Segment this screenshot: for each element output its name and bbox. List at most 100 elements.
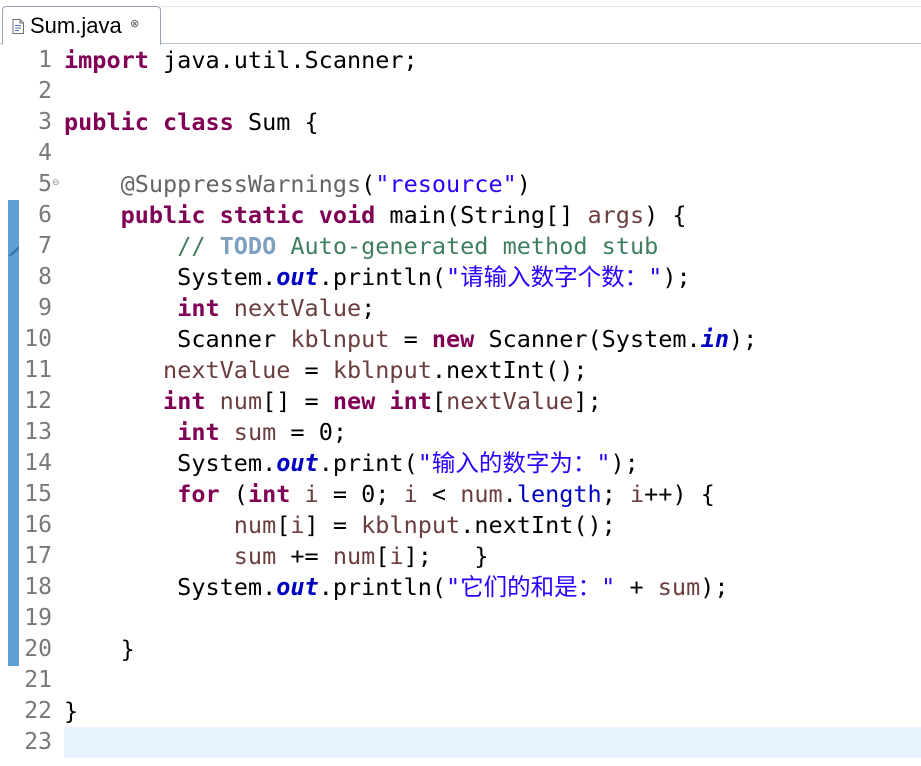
token-var: i: [403, 480, 418, 508]
token-var: nextValue: [233, 294, 362, 322]
tab-sum-java[interactable]: Sum.java ⊗: [2, 6, 161, 45]
line-number: 23: [24, 729, 52, 755]
code-line[interactable]: 10 Scanner kblnput = new Scanner(System.…: [20, 324, 921, 355]
fold-collapse-icon[interactable]: ⊖: [52, 179, 61, 188]
token-var: sum: [233, 418, 277, 446]
token-kw: int: [177, 418, 220, 446]
token: Scanner: [64, 325, 291, 353]
close-icon[interactable]: ⊗: [128, 16, 142, 30]
code-line[interactable]: 13 int sum = 0;: [20, 417, 921, 448]
token: .print(: [318, 449, 418, 477]
token-ann: @SuppressWarnings: [120, 170, 362, 198]
token-var: args: [587, 201, 645, 229]
code-text: public class Sum {: [64, 107, 319, 138]
code-line[interactable]: 12 int num[] = new int[nextValue];: [20, 386, 921, 417]
code-line[interactable]: 5 ⊖ @SuppressWarnings("resource"): [20, 169, 921, 200]
line-number: 15: [24, 481, 52, 507]
token-kw: class: [163, 108, 234, 136]
code-line[interactable]: 19: [20, 603, 921, 634]
token: );: [729, 325, 758, 353]
token-var: sum: [233, 542, 277, 570]
token-kw: new: [332, 387, 376, 415]
line-number: 20: [24, 636, 52, 662]
token: System.: [64, 573, 277, 601]
line-number: 22: [24, 698, 52, 724]
token-var: kblnput: [361, 511, 461, 539]
code-text: for (int i = 0; i < num.length; i++) {: [64, 479, 715, 510]
code-line[interactable]: 16 num[i] = kblnput.nextInt();: [20, 510, 921, 541]
code-line[interactable]: 18 System.out.println("它们的和是：" + sum);: [20, 572, 921, 603]
code-line[interactable]: 1 import java.util.Scanner;: [20, 45, 921, 76]
token: =: [290, 356, 333, 384]
line-number: 16: [24, 512, 52, 538]
code-line[interactable]: 23: [20, 727, 921, 758]
token-var: sum: [657, 573, 701, 601]
token: ];: [573, 387, 602, 415]
token: );: [610, 449, 639, 477]
code-line[interactable]: 7 // TODO Auto-generated method stub: [20, 231, 921, 262]
token-cmt: Auto-generated method stub: [276, 232, 659, 260]
line-number: 21: [24, 667, 52, 693]
token: .nextInt();: [460, 511, 616, 539]
code-line[interactable]: 9 int nextValue;: [20, 293, 921, 324]
line-number: 6: [38, 202, 52, 228]
token-kw: public: [64, 108, 149, 136]
code-line[interactable]: 14 System.out.print("输入的数字为：");: [20, 448, 921, 479]
token-len: length: [516, 480, 602, 508]
code-line[interactable]: 8 System.out.println("请输入数字个数：");: [20, 262, 921, 293]
token: Sum {: [233, 108, 319, 136]
token: (: [219, 480, 248, 508]
code-text: System.out.println("请输入数字个数：");: [64, 262, 690, 293]
code-line[interactable]: 6 public static void main(String[] args)…: [20, 200, 921, 231]
token: (: [361, 170, 376, 198]
code-line[interactable]: 4: [20, 138, 921, 169]
token: System.: [64, 449, 277, 477]
code-line[interactable]: 22}: [20, 696, 921, 727]
line-number: 11: [24, 357, 52, 383]
code-editor[interactable]: 1 import java.util.Scanner; 2 3 public class…: [0, 45, 921, 766]
quick-diff-deletion-marker: [8, 241, 19, 256]
code-line[interactable]: 21: [20, 665, 921, 696]
token-kw: int: [177, 294, 220, 322]
code-text: int sum = 0;: [64, 417, 347, 448]
token: +=: [276, 542, 333, 570]
code-line[interactable]: 3 public class Sum {: [20, 107, 921, 138]
token: .println(: [318, 263, 447, 291]
token-kw: int: [247, 480, 291, 508]
code-text: nextValue = kblnput.nextInt();: [64, 355, 587, 386]
code-line[interactable]: 11 nextValue = kblnput.nextInt();: [20, 355, 921, 386]
tab-title: Sum.java: [30, 13, 122, 38]
line-number: 10: [24, 326, 52, 352]
code-text: num[i] = kblnput.nextInt();: [64, 510, 616, 541]
token-str: "请输入数字个数：": [446, 263, 663, 291]
line-number: 9: [38, 295, 52, 321]
code-text: int num[] = new int[nextValue];: [64, 386, 602, 417]
line-number: 19: [24, 605, 52, 631]
code-line[interactable]: 15 for (int i = 0; i < num.length; i++) …: [20, 479, 921, 510]
token: ] =: [304, 511, 362, 539]
code-text: sum += num[i]; }: [64, 541, 489, 572]
line-number: 5: [38, 171, 52, 197]
code-line[interactable]: 20 }: [20, 634, 921, 665]
token-fld: out: [276, 263, 319, 291]
line-number: 2: [38, 78, 52, 104]
token-kw: int: [389, 387, 432, 415]
token: ;: [361, 294, 376, 322]
code-line[interactable]: 2: [20, 76, 921, 107]
token: ]; }: [403, 542, 489, 570]
quick-diff-change-bar: [8, 200, 19, 666]
token: Scanner(System.: [474, 325, 701, 353]
code-text: public static void main(String[] args) {: [64, 200, 687, 231]
token: = 0;: [276, 418, 347, 446]
token: =: [389, 325, 432, 353]
code-line[interactable]: 17 sum += num[i]; }: [20, 541, 921, 572]
